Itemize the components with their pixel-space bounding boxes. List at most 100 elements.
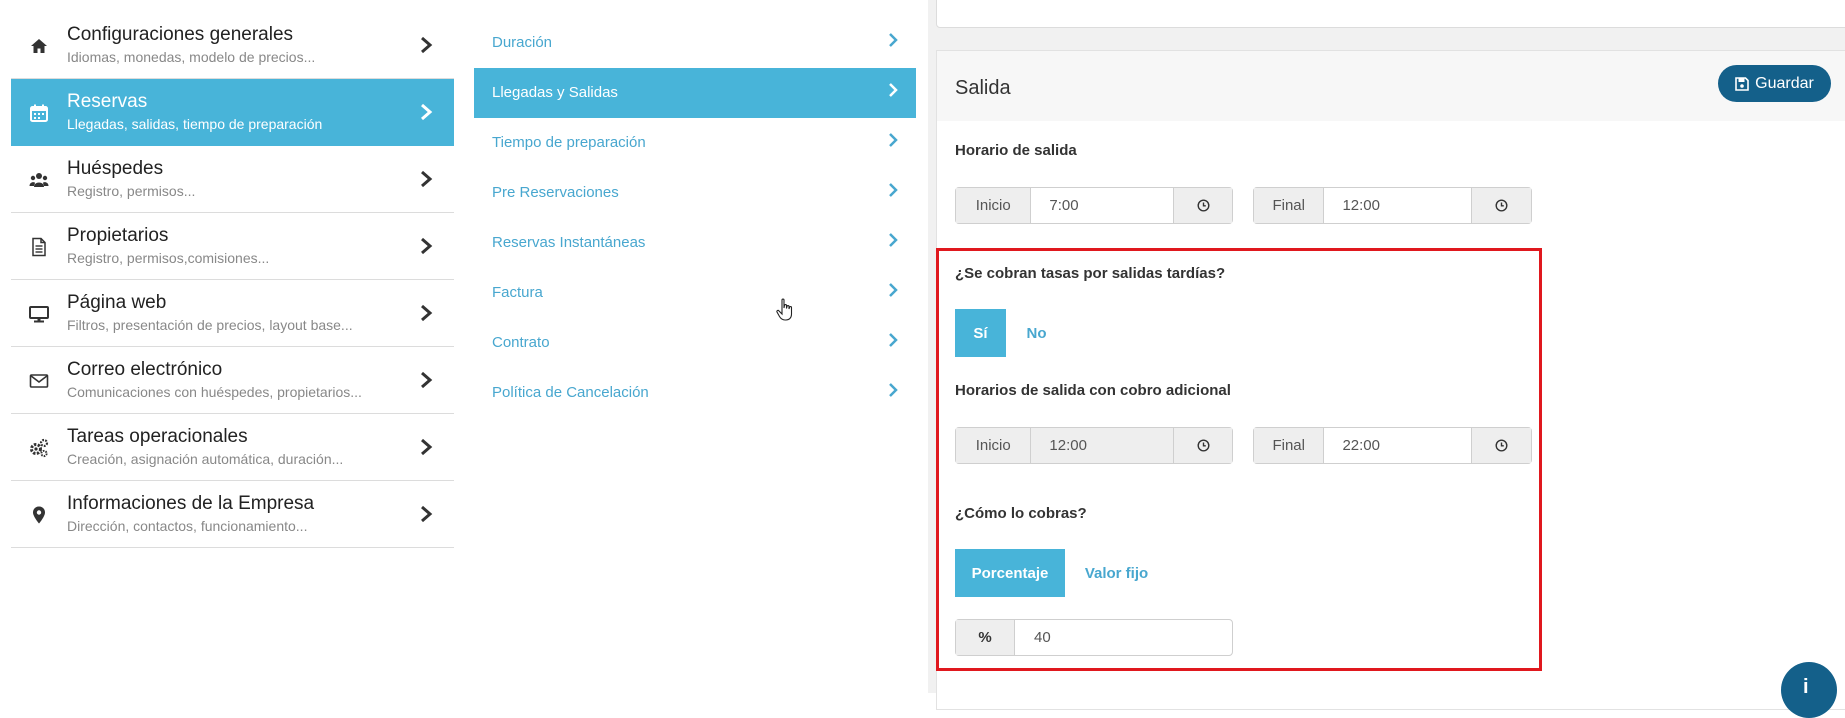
extra-start-group: Inicio 12:00	[955, 427, 1233, 464]
submenu-item-invoice[interactable]: Factura	[474, 268, 916, 318]
checkout-start-group: Inicio 7:00	[955, 187, 1233, 224]
menu-item-subtitle: Filtros, presentación de precios, layout…	[67, 317, 353, 333]
chevron-right-icon	[889, 133, 898, 147]
chevron-right-icon	[421, 103, 433, 121]
info-icon: i	[1803, 676, 1809, 698]
menu-item-general-settings[interactable]: Configuraciones generales Idiomas, moned…	[11, 12, 454, 79]
menu-item-website[interactable]: Página web Filtros, presentación de prec…	[11, 280, 454, 347]
info-button[interactable]: i	[1781, 662, 1837, 718]
menu-item-guests[interactable]: Huéspedes Registro, permisos...	[11, 146, 454, 213]
submenu-item-contract[interactable]: Contrato	[474, 318, 916, 368]
menu-item-title: Correo electrónico	[67, 359, 223, 380]
chevron-right-icon	[421, 505, 433, 523]
submenu-item-label: Factura	[492, 284, 543, 301]
percentage-input[interactable]: 40	[1015, 620, 1232, 655]
chevron-right-icon	[421, 438, 433, 456]
chevron-right-icon	[421, 170, 433, 188]
menu-item-subtitle: Idiomas, monedas, modelo de precios...	[67, 49, 316, 65]
card-header: Salida Guardar	[937, 51, 1845, 121]
save-button-label: Guardar	[1755, 74, 1814, 92]
start-addon: Inicio	[956, 188, 1032, 223]
submenu-item-arrivals-departures[interactable]: Llegadas y Salidas	[474, 68, 916, 118]
fixed-value-button[interactable]: Valor fijo	[1072, 549, 1161, 597]
submenu-item-label: Llegadas y Salidas	[492, 84, 618, 101]
submenu-item-duration[interactable]: Duración	[474, 18, 916, 68]
clock-button[interactable]	[1173, 428, 1232, 463]
chevron-right-icon	[889, 183, 898, 197]
charge-method-question: ¿Cómo lo cobras?	[955, 505, 1087, 522]
checkout-end-input[interactable]: 12:00	[1324, 188, 1471, 223]
chevron-right-icon	[889, 33, 898, 47]
extra-hours-label: Horarios de salida con cobro adicional	[955, 382, 1231, 399]
menu-item-title: Configuraciones generales	[67, 24, 294, 45]
submenu-item-cancellation-policy[interactable]: Política de Cancelación	[474, 368, 916, 418]
clock-icon	[1495, 199, 1508, 212]
submenu-item-preparation-time[interactable]: Tiempo de preparación	[474, 118, 916, 168]
menu-item-subtitle: Registro, permisos...	[67, 183, 196, 199]
document-icon	[32, 237, 46, 257]
late-fee-yes-button[interactable]: Sí	[955, 309, 1006, 357]
clock-button[interactable]	[1471, 428, 1531, 463]
late-fee-no-button[interactable]: No	[1006, 309, 1067, 357]
settings-category-menu: Configuraciones generales Idiomas, moned…	[11, 12, 454, 548]
clock-button[interactable]	[1471, 188, 1531, 223]
chevron-right-icon	[889, 233, 898, 247]
menu-item-email[interactable]: Correo electrónico Comunicaciones con hu…	[11, 347, 454, 414]
envelope-icon	[29, 374, 49, 388]
menu-item-operational-tasks[interactable]: Tareas operacionales Creación, asignació…	[11, 414, 454, 481]
save-button[interactable]: Guardar	[1718, 65, 1831, 102]
menu-item-title: Tareas operacionales	[67, 426, 248, 447]
percent-addon: %	[956, 620, 1015, 655]
menu-item-subtitle: Registro, permisos,comisiones...	[67, 250, 270, 266]
clock-icon	[1197, 439, 1210, 452]
submenu-item-instant-bookings[interactable]: Reservas Instantáneas	[474, 218, 916, 268]
checkout-end-group: Final 12:00	[1253, 187, 1532, 224]
card-title: Salida	[955, 77, 1011, 99]
submenu-item-label: Duración	[492, 34, 553, 51]
end-addon: Final	[1254, 428, 1325, 463]
chevron-right-icon	[889, 283, 898, 297]
chevron-right-icon	[889, 333, 898, 347]
menu-item-company-info[interactable]: Informaciones de la Empresa Dirección, c…	[11, 481, 454, 548]
submenu-item-label: Tiempo de preparación	[492, 134, 646, 151]
floppy-disk-icon	[1735, 76, 1749, 91]
percentage-button[interactable]: Porcentaje	[955, 549, 1065, 597]
extra-end-group: Final 22:00	[1253, 427, 1532, 464]
menu-item-title: Informaciones de la Empresa	[67, 493, 315, 514]
gears-icon	[30, 438, 49, 458]
menu-item-title: Página web	[67, 292, 167, 313]
hand-cursor-icon	[776, 298, 793, 321]
submenu-item-label: Pre Reservaciones	[492, 184, 619, 201]
menu-item-title: Huéspedes	[67, 158, 164, 179]
clock-icon	[1495, 439, 1508, 452]
extra-end-input[interactable]: 22:00	[1324, 428, 1471, 463]
menu-item-owners[interactable]: Propietarios Registro, permisos,comision…	[11, 213, 454, 280]
checkout-start-input[interactable]: 7:00	[1031, 188, 1173, 223]
menu-item-reservations[interactable]: Reservas Llegadas, salidas, tiempo de pr…	[11, 79, 454, 146]
submenu-item-label: Reservas Instantáneas	[492, 234, 646, 251]
percentage-group: % 40	[955, 619, 1233, 656]
submenu-item-pre-reservations[interactable]: Pre Reservaciones	[474, 168, 916, 218]
map-pin-icon	[33, 506, 45, 524]
clock-button[interactable]	[1173, 188, 1232, 223]
menu-item-subtitle: Creación, asignación automática, duració…	[67, 451, 344, 467]
menu-item-title: Reservas	[67, 91, 148, 112]
menu-item-subtitle: Dirección, contactos, funcionamiento...	[67, 518, 308, 534]
chevron-right-icon	[421, 304, 433, 322]
chevron-right-icon	[421, 36, 433, 54]
start-addon: Inicio	[956, 428, 1032, 463]
checkout-hours-label: Horario de salida	[955, 142, 1077, 159]
menu-item-subtitle: Comunicaciones con huéspedes, propietari…	[67, 384, 362, 400]
monitor-icon	[29, 306, 49, 323]
users-icon	[29, 173, 49, 187]
calendar-icon	[30, 104, 48, 122]
chevron-right-icon	[421, 371, 433, 389]
chevron-right-icon	[889, 383, 898, 397]
previous-section-card	[936, 0, 1845, 28]
submenu-item-label: Política de Cancelación	[492, 384, 649, 401]
reservations-submenu: Duración Llegadas y Salidas Tiempo de pr…	[474, 18, 916, 418]
submenu-item-label: Contrato	[492, 334, 550, 351]
menu-item-title: Propietarios	[67, 225, 169, 246]
menu-item-subtitle: Llegadas, salidas, tiempo de preparación	[67, 116, 323, 132]
late-fee-question: ¿Se cobran tasas por salidas tardías?	[955, 265, 1226, 282]
